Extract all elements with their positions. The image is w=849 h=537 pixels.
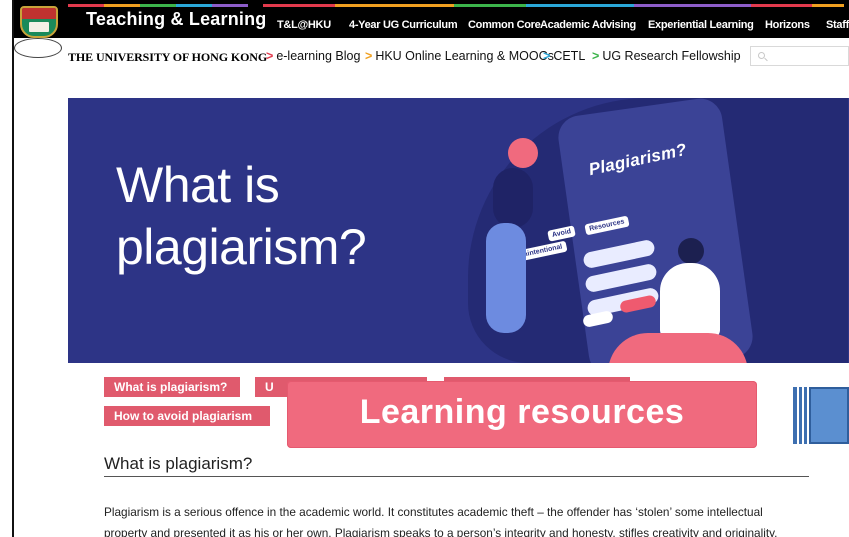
nav-item-tl-hku[interactable]: T&L@HKU xyxy=(263,4,339,31)
section-divider xyxy=(104,476,809,477)
search-input[interactable] xyxy=(750,46,849,66)
book-spine xyxy=(804,387,807,444)
tab-what-is-plagiarism[interactable]: What is plagiarism? xyxy=(104,377,240,397)
nav-color-bar xyxy=(263,4,339,7)
nav-item-common-core[interactable]: Common Core xyxy=(454,4,556,31)
man-seat-illustration xyxy=(608,333,748,363)
arrow-icon: > xyxy=(592,49,600,63)
crest-motto-ring xyxy=(14,38,62,58)
body-paragraph: Plagiarism is a serious offence in the a… xyxy=(104,502,824,537)
left-border-line xyxy=(12,0,14,537)
nav-label: Horizons xyxy=(765,19,810,31)
man-shirt-illustration xyxy=(660,263,720,338)
paragraph-line-2: property and presented it as his or her … xyxy=(104,526,778,537)
woman-body-illustration xyxy=(493,168,533,228)
hku-crest-logo[interactable] xyxy=(20,6,58,38)
hero-title: What is plagiarism? xyxy=(116,154,367,278)
hero-title-line-2: plagiarism? xyxy=(116,219,367,275)
quick-link-ug-research-fellowship[interactable]: > UG Research Fellowship xyxy=(592,49,741,63)
nav-label: Common Core xyxy=(468,19,541,31)
nav-label: Academic Advising xyxy=(540,19,636,31)
arrow-icon: > xyxy=(365,49,373,63)
book-spine xyxy=(793,387,797,444)
nav-color-bar xyxy=(751,4,814,7)
man-head-illustration xyxy=(678,238,704,264)
nav-item-horizons[interactable]: Horizons xyxy=(751,4,814,31)
quick-link-label: e-learning Blog xyxy=(276,49,361,63)
section-heading: What is plagiarism? xyxy=(104,454,253,473)
site-title[interactable]: Teaching & Learning xyxy=(86,9,267,30)
search-icon xyxy=(758,52,765,59)
hero-banner: What is plagiarism? Plagiarism? Unintent… xyxy=(68,98,849,363)
quick-link-e-learning-blog[interactable]: > e-learning Blog xyxy=(266,49,360,63)
quick-link-hku-online-learning[interactable]: > HKU Online Learning & MOOCs xyxy=(365,49,554,63)
hero-title-line-1: What is xyxy=(116,157,280,213)
quick-link-label: CETL xyxy=(553,49,586,63)
nav-label: T&L@HKU xyxy=(277,19,331,31)
arrow-icon: > xyxy=(543,49,551,63)
nav-label: Experiential Learning xyxy=(648,19,754,31)
book-spine xyxy=(799,387,802,444)
nav-item-4-year-ug-curriculum[interactable]: 4-Year UG Curriculum xyxy=(335,4,487,31)
learning-resources-label: Learning resources xyxy=(359,393,685,431)
woman-legs-illustration xyxy=(486,223,526,333)
tab-how-to-avoid-plagiarism[interactable]: How to avoid plagiarism xyxy=(104,406,270,426)
university-name[interactable]: THE UNIVERSITY OF HONG KONG xyxy=(68,50,267,65)
learning-resources-banner[interactable]: Learning resources xyxy=(287,381,757,448)
title-color-stripe xyxy=(68,4,248,7)
nav-item-academic-advising[interactable]: Academic Advising xyxy=(526,4,661,31)
nav-label: 4-Year UG Curriculum xyxy=(349,19,458,31)
crest-book-icon xyxy=(29,22,49,32)
quick-link-label: UG Research Fellowship xyxy=(602,49,741,63)
arrow-icon: > xyxy=(266,49,274,63)
paragraph-line-1: Plagiarism is a serious offence in the a… xyxy=(104,505,763,519)
woman-hair-illustration xyxy=(508,138,538,168)
quick-link-cetl[interactable]: > CETL xyxy=(543,49,585,63)
crest-lion-band xyxy=(22,8,56,19)
book-cover xyxy=(809,387,849,444)
books-icon[interactable] xyxy=(793,387,849,444)
nav-color-bar xyxy=(812,4,845,7)
nav-item-experiential-learning[interactable]: Experiential Learning xyxy=(634,4,782,31)
nav-label: Staff xyxy=(826,19,849,31)
quick-link-label: HKU Online Learning & MOOCs xyxy=(375,49,554,63)
nav-item-staff[interactable]: Staff xyxy=(812,4,849,31)
